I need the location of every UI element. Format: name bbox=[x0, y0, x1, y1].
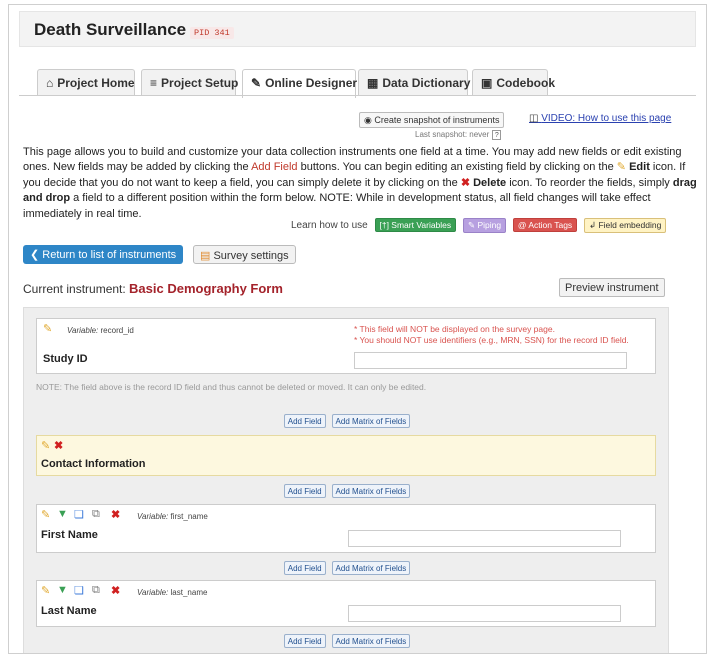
app-frame: Death Surveillance PID 341 ⌂ Project Home… bbox=[8, 4, 707, 654]
list-icon: ≡ bbox=[150, 76, 158, 90]
pencil-icon: ✎ bbox=[616, 161, 627, 174]
edit-field-icon[interactable]: ✎ bbox=[41, 439, 50, 452]
copy-icon[interactable]: ❏ bbox=[74, 584, 84, 597]
field-embedding-button[interactable]: ↲ Field embedding bbox=[583, 218, 667, 233]
add-field-button[interactable]: Add Field bbox=[283, 634, 326, 648]
edit-field-icon[interactable]: ✎ bbox=[43, 322, 52, 335]
designer-canvas: ✎ Variable: record_id * This field will … bbox=[23, 307, 670, 653]
study-id-input[interactable] bbox=[354, 352, 627, 369]
move-icon[interactable]: ⧉ bbox=[92, 508, 100, 521]
delete-icon[interactable]: ✖ bbox=[111, 584, 120, 597]
section-header-contact[interactable]: ✎ ✖ Contact Information bbox=[36, 435, 656, 476]
film-icon: ◫ bbox=[529, 113, 539, 124]
tab-project-home[interactable]: ⌂ Project Home bbox=[37, 69, 135, 96]
field-last-name[interactable]: ✎ ▼ ❏ ⧉ ✖ Variable: last_name Last Name bbox=[36, 580, 656, 627]
tab-project-setup[interactable]: ≡ Project Setup bbox=[141, 69, 238, 96]
tab-online-designer[interactable]: ✎ Online Designer bbox=[242, 69, 357, 98]
intro-text: This page allows you to build and custom… bbox=[23, 146, 697, 220]
add-field-button[interactable]: Add Field bbox=[283, 561, 326, 575]
survey-warning: * This field will NOT be displayed on th… bbox=[354, 324, 555, 334]
edit-field-icon[interactable]: ✎ bbox=[41, 584, 50, 597]
add-field-row: Add Field Add Matrix of Fields bbox=[24, 561, 670, 575]
add-field-row: Add Field Add Matrix of Fields bbox=[24, 484, 670, 498]
camera-icon: ◉ bbox=[364, 115, 372, 125]
section-header-label: Contact Information bbox=[41, 458, 146, 470]
learn-how-to-use: Learn how to use [†] Smart Variables ✎ P… bbox=[291, 218, 667, 233]
field-first-name[interactable]: ✎ ▼ ❏ ⧉ ✖ Variable: first_name First Nam… bbox=[36, 504, 656, 553]
add-field-button[interactable]: Add Field bbox=[283, 414, 326, 428]
last-name-input[interactable] bbox=[348, 605, 621, 622]
identifier-warning: * You should NOT use identifiers (e.g., … bbox=[354, 335, 629, 345]
tab-divider bbox=[19, 95, 696, 96]
project-title: Death Surveillance bbox=[34, 20, 187, 39]
field-record-id[interactable]: ✎ Variable: record_id * This field will … bbox=[36, 318, 656, 374]
survey-settings-button[interactable]: ▤ Survey settings bbox=[193, 245, 296, 264]
help-icon[interactable]: ? bbox=[492, 130, 502, 140]
record-id-note: NOTE: The field above is the record ID f… bbox=[36, 382, 427, 392]
return-to-instruments-button[interactable]: ❮ Return to list of instruments bbox=[23, 245, 184, 264]
add-matrix-button[interactable]: Add Matrix of Fields bbox=[331, 484, 411, 498]
create-snapshot-button[interactable]: ◉ Create snapshot of instruments bbox=[359, 112, 505, 128]
field-variable: Variable: last_name bbox=[137, 588, 208, 597]
add-matrix-button[interactable]: Add Matrix of Fields bbox=[331, 561, 411, 575]
home-icon: ⌂ bbox=[46, 76, 54, 90]
branching-logic-icon[interactable]: ▼ bbox=[57, 584, 68, 596]
field-variable: Variable: first_name bbox=[137, 512, 208, 521]
move-icon[interactable]: ⧉ bbox=[92, 584, 100, 597]
piping-button[interactable]: ✎ Piping bbox=[462, 218, 507, 233]
preview-instrument-button[interactable]: Preview instrument bbox=[559, 278, 665, 297]
add-matrix-button[interactable]: Add Matrix of Fields bbox=[331, 414, 411, 428]
delete-icon[interactable]: ✖ bbox=[54, 439, 63, 452]
field-label: Last Name bbox=[41, 605, 97, 617]
first-name-input[interactable] bbox=[348, 530, 621, 547]
edit-field-icon[interactable]: ✎ bbox=[41, 508, 50, 521]
project-id-badge: PID 341 bbox=[190, 27, 234, 39]
action-tags-button[interactable]: @ Action Tags bbox=[512, 218, 578, 232]
add-field-button[interactable]: Add Field bbox=[283, 484, 326, 498]
project-header: Death Surveillance PID 341 bbox=[19, 11, 696, 47]
edit-icon: ✎ bbox=[251, 76, 262, 90]
branching-logic-icon[interactable]: ▼ bbox=[57, 508, 68, 520]
instrument-name: Basic Demography Form bbox=[129, 281, 283, 296]
survey-icon: ▤ bbox=[200, 250, 211, 262]
delete-icon: ✖ bbox=[460, 176, 471, 189]
last-snapshot-note: Last snapshot: never? bbox=[415, 130, 502, 140]
field-label: Study ID bbox=[43, 353, 88, 365]
video-link[interactable]: ◫ VIDEO: How to use this page bbox=[529, 113, 671, 124]
piping-icon: ✎ bbox=[467, 220, 476, 230]
tab-data-dictionary[interactable]: ▦ Data Dictionary bbox=[358, 69, 470, 96]
field-variable: Variable: record_id bbox=[67, 326, 134, 335]
current-instrument: Current instrument: Basic Demography For… bbox=[23, 281, 283, 296]
smart-variables-button[interactable]: [†] Smart Variables bbox=[374, 218, 457, 232]
add-field-row: Add Field Add Matrix of Fields bbox=[24, 414, 670, 428]
copy-icon[interactable]: ❏ bbox=[74, 508, 84, 521]
tab-codebook[interactable]: ▣ Codebook bbox=[472, 69, 555, 96]
delete-icon[interactable]: ✖ bbox=[111, 508, 120, 521]
codebook-icon: ▣ bbox=[481, 76, 493, 90]
embed-icon: ↲ bbox=[588, 220, 597, 230]
book-icon: ▦ bbox=[367, 76, 379, 90]
field-label: First Name bbox=[41, 529, 98, 541]
add-matrix-button[interactable]: Add Matrix of Fields bbox=[331, 634, 411, 648]
chevron-left-icon: ❮ bbox=[30, 249, 40, 261]
add-field-row: Add Field Add Matrix of Fields bbox=[24, 634, 670, 648]
